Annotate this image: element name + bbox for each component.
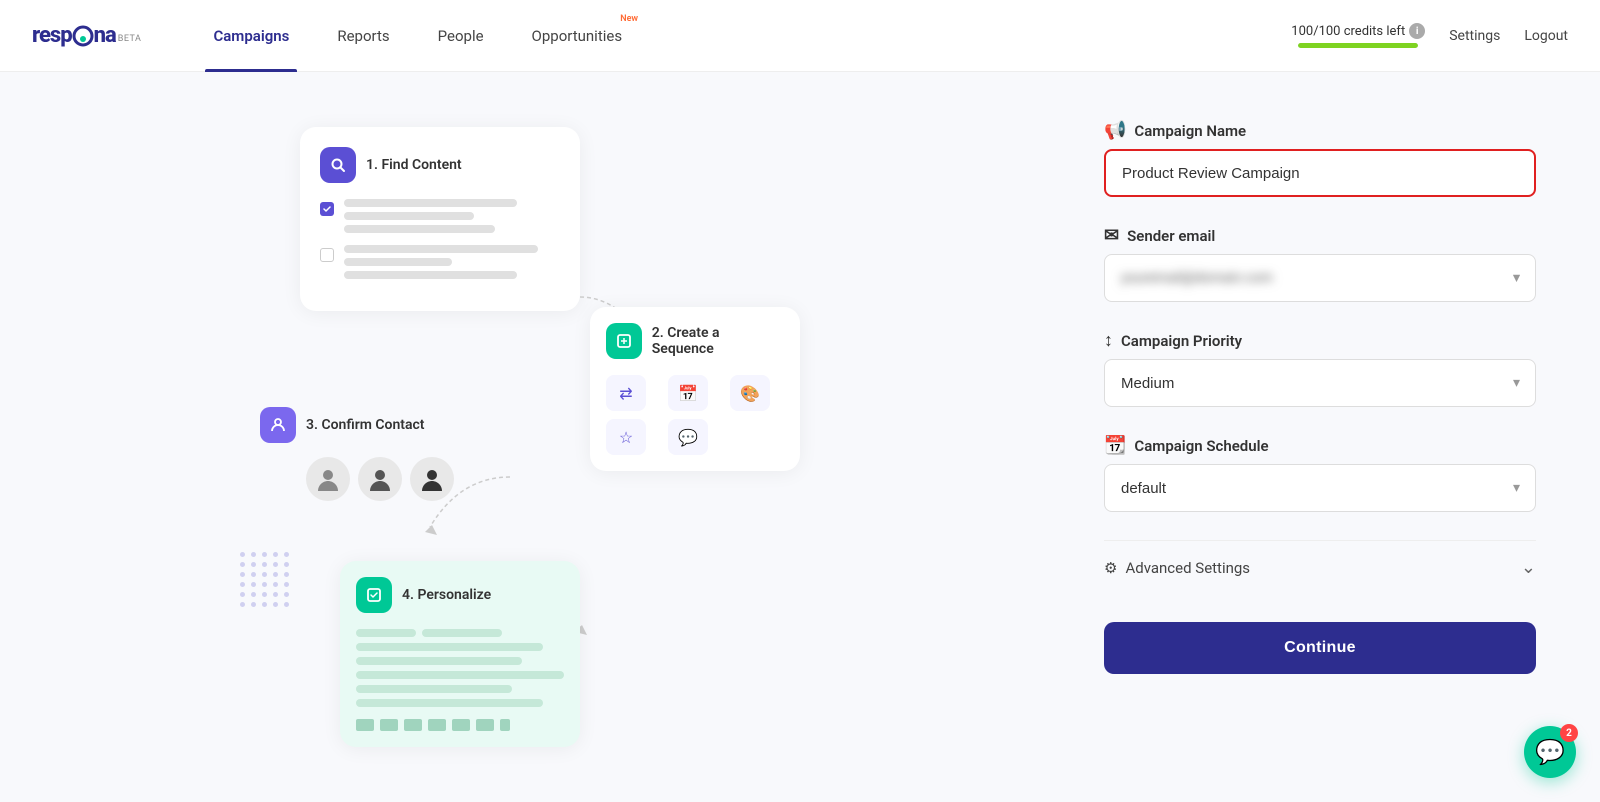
step1-icon: [320, 147, 356, 183]
campaign-schedule-icon: 📆: [1104, 435, 1126, 456]
campaign-name-label: Campaign Name: [1134, 122, 1246, 140]
advanced-settings-label: Advanced Settings: [1125, 559, 1250, 577]
settings-link[interactable]: Settings: [1449, 28, 1500, 44]
advanced-settings-gear-icon: ⚙: [1104, 559, 1117, 577]
campaign-name-icon: 📢: [1104, 120, 1126, 141]
seq-star-icon: ☆: [606, 419, 646, 455]
sender-email-blurred: youremail@domain.com: [1121, 270, 1273, 286]
campaign-priority-section: ↕ Campaign Priority Medium Low High: [1104, 330, 1536, 407]
step1-unchecked: [320, 248, 334, 262]
nav-right: 100/100 credits left i Settings Logout: [1291, 23, 1568, 48]
step1-label: 1. Find Content: [366, 157, 462, 173]
chat-badge: 2: [1560, 724, 1578, 742]
campaign-schedule-label: Campaign Schedule: [1134, 437, 1268, 455]
priority-select[interactable]: Medium Low High: [1104, 359, 1536, 407]
credits-text: 100/100 credits left: [1291, 24, 1405, 39]
step3-icon: [260, 407, 296, 443]
advanced-settings-left: ⚙ Advanced Settings: [1104, 559, 1250, 577]
seq-share-icon: ⇄: [606, 375, 646, 411]
chat-bubble[interactable]: 💬 2: [1524, 726, 1576, 778]
logo-text: resp: [32, 23, 72, 48]
step1-checked: [320, 202, 334, 216]
step3-card: 3. Confirm Contact: [260, 407, 454, 501]
step2-icon: [606, 323, 642, 359]
advanced-settings-row[interactable]: ⚙ Advanced Settings ⌄: [1104, 540, 1536, 594]
sender-email-select-wrap: youremail@domain.com ▾: [1104, 254, 1536, 302]
nav-opportunities[interactable]: Opportunities New: [508, 0, 647, 72]
priority-select-wrap: Medium Low High: [1104, 359, 1536, 407]
sender-email-section: ✉ Sender email youremail@domain.com ▾: [1104, 225, 1536, 302]
seq-icons-grid: ⇄ 📅 🎨 ☆ 💬: [606, 375, 784, 455]
credits-bar: [1298, 43, 1418, 48]
step1-card: 1. Find Content: [300, 127, 580, 311]
logo-icon: [72, 25, 94, 47]
campaign-priority-icon: ↕: [1104, 330, 1113, 351]
campaign-name-section: 📢 Campaign Name: [1104, 120, 1536, 197]
illustration-panel: document.currentScript.insertAdjacentHTM…: [0, 72, 1040, 802]
advanced-settings-chevron-icon: ⌄: [1521, 557, 1536, 578]
seq-calendar-icon: 📅: [668, 375, 708, 411]
step4-content: [356, 629, 564, 731]
nav-campaigns[interactable]: Campaigns: [189, 0, 313, 72]
logo: resp na BETA: [32, 23, 141, 48]
sender-email-select[interactable]: youremail@domain.com: [1104, 254, 1536, 302]
continue-button[interactable]: Continue: [1104, 622, 1536, 674]
logout-link[interactable]: Logout: [1524, 28, 1568, 44]
logo-text2: na: [94, 23, 116, 48]
campaign-name-input[interactable]: [1104, 149, 1536, 197]
step3-label: 3. Confirm Contact: [306, 417, 425, 433]
campaign-priority-label: Campaign Priority: [1121, 332, 1242, 350]
illus-container: document.currentScript.insertAdjacentHTM…: [240, 127, 800, 747]
sender-email-label: Sender email: [1127, 227, 1215, 245]
step4-card: 4. Personalize: [340, 561, 580, 747]
seq-palette-icon: 🎨: [730, 375, 770, 411]
step4-icon: [356, 577, 392, 613]
avatar-3: [410, 457, 454, 501]
campaign-schedule-section: 📆 Campaign Schedule default custom: [1104, 435, 1536, 512]
credits-widget: 100/100 credits left i: [1291, 23, 1425, 48]
main-content: document.currentScript.insertAdjacentHTM…: [0, 72, 1600, 802]
dots-bottom-left: document.currentScript.insertAdjacentHTM…: [240, 552, 290, 607]
step2-label: 2. Create a Sequence: [652, 325, 784, 357]
step4-label: 4. Personalize: [402, 587, 491, 603]
beta-badge: BETA: [118, 34, 142, 44]
navbar: resp na BETA Campaigns Reports People Op…: [0, 0, 1600, 72]
form-panel: 📢 Campaign Name ✉ Sender email youremail…: [1040, 72, 1600, 802]
nav-people[interactable]: People: [414, 0, 508, 72]
schedule-select-wrap: default custom: [1104, 464, 1536, 512]
nav-reports[interactable]: Reports: [313, 0, 413, 72]
schedule-select[interactable]: default custom: [1104, 464, 1536, 512]
chat-bubble-icon: 💬: [1535, 738, 1565, 766]
step2-card: 2. Create a Sequence ⇄ 📅 🎨 ☆ 💬: [590, 307, 800, 471]
avatar-1: [306, 457, 350, 501]
seq-chat-icon: 💬: [668, 419, 708, 455]
credits-info-icon[interactable]: i: [1409, 23, 1425, 39]
nav-links: Campaigns Reports People Opportunities N…: [189, 0, 1291, 72]
new-badge: New: [620, 14, 638, 24]
sender-email-icon: ✉: [1104, 225, 1119, 246]
credits-fill: [1298, 43, 1418, 48]
step3-avatars: [306, 457, 454, 501]
avatar-2: [358, 457, 402, 501]
